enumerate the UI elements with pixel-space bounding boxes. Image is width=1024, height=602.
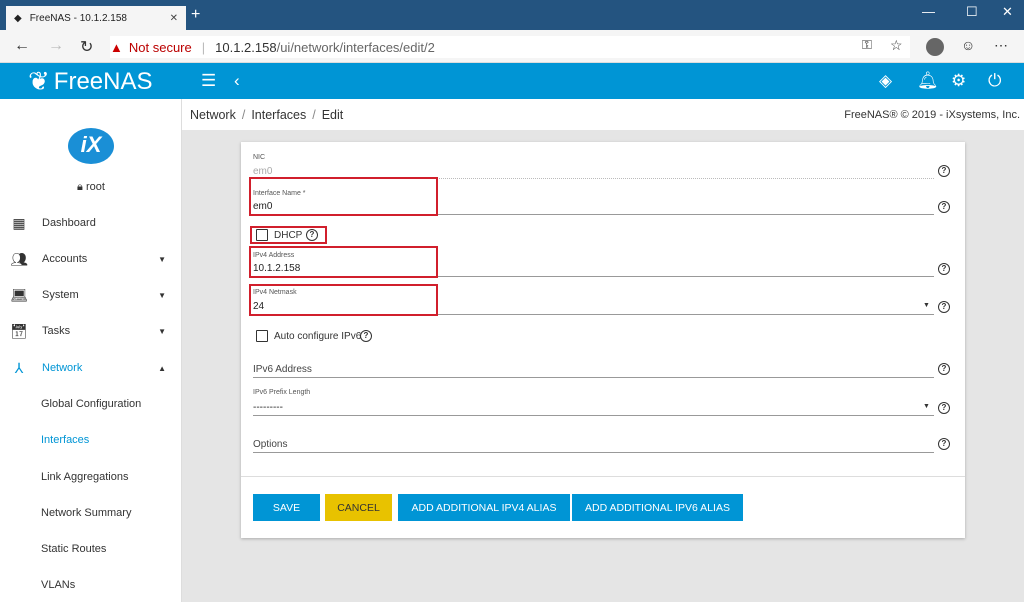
interface-name-label: Interface Name * xyxy=(253,190,306,197)
username: root xyxy=(85,181,105,193)
ipv4-netmask-help-icon[interactable]: ? xyxy=(938,301,950,313)
sidebar-subitem-static-routes[interactable]: Static Routes xyxy=(41,543,106,555)
add-ipv6-alias-button[interactable]: ADD ADDITIONAL IPV6 ALIAS xyxy=(572,494,743,521)
ipv4-netmask-select[interactable]: 24 xyxy=(253,301,264,312)
sidebar-item-label: Accounts xyxy=(42,253,88,265)
sidebar-subitem-link-aggregations[interactable]: Link Aggregations xyxy=(41,471,128,483)
url-path: /ui/network/interfaces/edit/2 xyxy=(276,39,435,55)
ipv6-prefix-select[interactable]: --------- xyxy=(253,402,283,413)
breadcrumb-edit: Edit xyxy=(321,108,344,122)
copyright: FreeNAS® © 2019 - iXsystems, Inc. xyxy=(844,109,1020,121)
refresh-icon[interactable]: ↻ xyxy=(80,37,93,57)
tab-favicon-icon: ◆ xyxy=(14,12,22,24)
sidebar-item-label: Dashboard xyxy=(42,217,96,229)
warning-icon: ▲ xyxy=(110,39,123,55)
theme-paint-bucket-icon[interactable]: ◈ xyxy=(879,71,892,91)
nic-value: em0 xyxy=(253,166,273,177)
breadcrumb: Network / Interfaces / Edit xyxy=(190,108,344,122)
lock-icon: 🔒︎ xyxy=(77,181,86,193)
menu-hamburger-icon[interactable]: ☰ xyxy=(201,71,216,91)
sidebar-item-network[interactable]: ⅄ Network ▲ xyxy=(0,350,182,386)
sidebar-item-system[interactable]: 💻︎ System ▼ xyxy=(0,277,182,313)
people-icon: 👥︎ xyxy=(10,250,28,267)
caret-down-icon: ▼ xyxy=(158,326,166,336)
key-icon[interactable]: ⚿ xyxy=(862,37,872,53)
dropdown-arrow-icon[interactable]: ▼ xyxy=(923,302,930,309)
ipv6-prefix-help-icon[interactable]: ? xyxy=(938,402,950,414)
auto-ipv6-help-icon[interactable]: ? xyxy=(360,330,372,342)
ipv6-address-input[interactable]: IPv6 Address xyxy=(253,364,312,375)
add-ipv4-alias-button[interactable]: ADD ADDITIONAL IPV4 ALIAS xyxy=(398,494,570,521)
notifications-bell-icon[interactable]: 🔔︎ xyxy=(917,71,939,91)
url-host: 10.1.2.158 xyxy=(215,39,277,55)
shark-logo-icon: ❦ xyxy=(28,66,50,96)
breadcrumb-interfaces[interactable]: Interfaces xyxy=(251,108,306,122)
ipv4-address-input[interactable]: 10.1.2.158 xyxy=(253,263,300,274)
sidebar-item-accounts[interactable]: 👥︎ Accounts ▼ xyxy=(0,241,182,277)
nic-help-icon[interactable]: ? xyxy=(938,165,950,177)
new-tab-icon[interactable]: + xyxy=(191,6,200,24)
profile-avatar[interactable] xyxy=(926,38,944,56)
ipv4-address-help-icon[interactable]: ? xyxy=(938,263,950,275)
not-secure-label[interactable]: Not secure xyxy=(129,40,192,55)
power-icon[interactable]: ⏻ xyxy=(988,71,1001,91)
sidebar-item-label: Tasks xyxy=(42,325,71,337)
dropdown-arrow-icon[interactable]: ▼ xyxy=(923,403,930,410)
ipv6-address-help-icon[interactable]: ? xyxy=(938,363,950,375)
sidebar-item-label: System xyxy=(42,289,79,301)
minimize-icon[interactable]: — xyxy=(922,4,935,19)
cancel-button[interactable]: CANCEL xyxy=(325,494,392,521)
ipv4-address-label: IPv4 Address xyxy=(253,252,295,259)
current-user[interactable]: 🔒︎ root xyxy=(0,181,182,194)
dhcp-checkbox[interactable] xyxy=(256,229,268,241)
sidebar-subitem-network-summary[interactable]: Network Summary xyxy=(41,507,131,519)
options-input[interactable]: Options xyxy=(253,439,287,450)
sidebar-item-dashboard[interactable]: ▦ Dashboard xyxy=(0,205,182,241)
dhcp-label: DHCP xyxy=(274,230,303,241)
ipv6-prefix-label: IPv6 Prefix Length xyxy=(253,389,311,396)
breadcrumb-network[interactable]: Network xyxy=(190,108,236,122)
sidebar-subitem-interfaces[interactable]: Interfaces xyxy=(41,434,89,446)
favorite-star-icon[interactable]: ☆ xyxy=(890,37,903,54)
forward-icon[interactable]: → xyxy=(48,37,64,55)
interface-name-help-icon[interactable]: ? xyxy=(938,201,950,213)
ipv4-netmask-label: IPv4 Netmask xyxy=(253,289,297,296)
back-icon[interactable]: ← xyxy=(14,37,30,55)
options-help-icon[interactable]: ? xyxy=(938,438,950,450)
collapse-chevron-icon[interactable]: ‹ xyxy=(234,71,240,91)
ixsystems-logo: iX xyxy=(68,128,114,164)
sidebar-item-tasks[interactable]: 📅︎ Tasks ▼ xyxy=(0,313,182,349)
app-header xyxy=(0,63,1024,99)
more-menu-icon[interactable]: ⋯ xyxy=(994,37,1008,54)
maximize-icon[interactable]: ☐ xyxy=(966,4,978,20)
laptop-icon: 💻︎ xyxy=(10,286,28,303)
auto-configure-ipv6-label: Auto configure IPv6 xyxy=(274,331,362,342)
tab-title: FreeNAS - 10.1.2.158 xyxy=(29,12,127,24)
close-tab-icon[interactable]: ✕ xyxy=(170,13,178,24)
auto-configure-ipv6-checkbox[interactable] xyxy=(256,330,268,342)
sidebar-subitem-vlans[interactable]: VLANs xyxy=(41,579,75,591)
caret-down-icon: ▼ xyxy=(158,254,166,264)
dashboard-icon: ▦ xyxy=(12,214,26,231)
calendar-icon: 📅︎ xyxy=(10,322,28,339)
sidebar-subitem-global-configuration[interactable]: Global Configuration xyxy=(41,398,141,410)
browser-tab[interactable]: ◆ FreeNAS - 10.1.2.158 ✕ xyxy=(6,6,186,30)
save-button[interactable]: SAVE xyxy=(253,494,320,521)
dhcp-help-icon[interactable]: ? xyxy=(306,229,318,241)
caret-down-icon: ▼ xyxy=(158,290,166,300)
sidebar-item-label: Network xyxy=(42,362,83,374)
url-field[interactable]: ▲ Not secure | 10.1.2.158/ui/network/interf… xyxy=(110,36,910,58)
close-window-icon[interactable]: ✕ xyxy=(1002,4,1013,20)
caret-up-icon: ▲ xyxy=(158,363,166,373)
settings-gear-icon[interactable]: ⚙ xyxy=(951,71,966,91)
emoji-feedback-icon[interactable]: ☺ xyxy=(961,37,975,53)
nic-label: NIC xyxy=(253,154,266,161)
interface-name-input[interactable]: em0 xyxy=(253,201,272,212)
freenas-logo: ❦ FreeNAS xyxy=(28,66,153,97)
network-icon: ⅄ xyxy=(14,359,24,376)
logo-text: FreeNAS xyxy=(53,67,153,95)
